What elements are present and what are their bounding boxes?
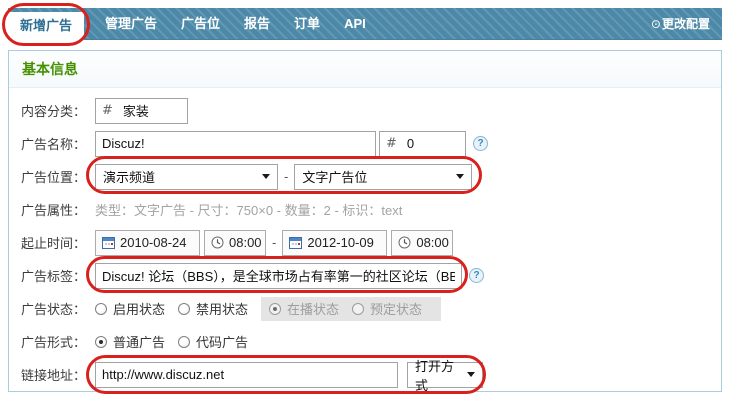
help-icon[interactable]: ?: [469, 268, 484, 283]
radio-code-ad-label[interactable]: 代码广告: [196, 332, 248, 351]
start-date-field[interactable]: 2010-08-24: [95, 229, 200, 256]
tab-manage-ads[interactable]: 管理广告: [93, 8, 169, 40]
bullseye-icon: ⊙: [650, 17, 661, 31]
row-link-url: 链接地址： 打开方式: [9, 358, 721, 393]
tab-reports[interactable]: 报告: [232, 8, 282, 40]
radio-normal-ad[interactable]: [95, 335, 107, 348]
ad-attributes-label: 广告属性：: [21, 203, 87, 218]
content-category-value: 家装: [122, 104, 149, 119]
ad-position-label: 广告位置：: [21, 170, 87, 185]
row-ad-status: 广告状态： 启用状态 禁用状态 在播状态 预定状态: [9, 292, 721, 325]
open-mode-value: 打开方式: [415, 358, 455, 393]
tab-api[interactable]: API: [332, 8, 378, 40]
change-config-label: 更改配置: [661, 17, 710, 31]
start-date-value: 2010-08-24: [120, 235, 187, 250]
end-date-field[interactable]: 2012-10-09: [282, 229, 388, 256]
open-mode-select[interactable]: 打开方式: [407, 359, 483, 393]
clock-icon: [211, 236, 224, 249]
row-time-range: 起止时间： 2010-08-24 08:00 - 2012-10-09 08:0…: [9, 226, 721, 259]
ad-attributes-value: 类型：文字广告 - 尺寸：750×0 - 数量：2 - 标识：text: [95, 203, 403, 218]
time-range-label: 起止时间：: [21, 236, 87, 251]
channel-select-value: 演示频道: [103, 170, 156, 185]
change-config-link[interactable]: ⊙更改配置: [643, 8, 718, 40]
row-ad-tag: 广告标签： ?: [9, 259, 721, 292]
radio-status-disabled-label[interactable]: 禁用状态: [196, 299, 248, 318]
ad-order-field[interactable]: # 0: [379, 130, 466, 157]
page: 新增广告 管理广告 广告位 报告 订单 API ⊙更改配置 基本信息 内容分类：…: [0, 0, 730, 400]
radio-status-onair: [269, 302, 282, 315]
ad-order-value: 0: [406, 136, 415, 151]
content-category-field[interactable]: # 家装: [95, 97, 188, 124]
slot-select-value: 文字广告位: [302, 170, 368, 185]
start-time-field[interactable]: 08:00: [204, 229, 266, 256]
link-url-label: 链接地址：: [21, 368, 87, 383]
end-date-value: 2012-10-09: [307, 235, 374, 250]
hash-prefix: #: [386, 136, 397, 151]
tab-new-ad[interactable]: 新增广告: [8, 12, 84, 40]
ad-name-label: 广告名称：: [21, 137, 87, 152]
row-ad-attributes: 广告属性： 类型：文字广告 - 尺寸：750×0 - 数量：2 - 标识：tex…: [9, 193, 721, 226]
calendar-icon: [289, 237, 303, 249]
tab-orders[interactable]: 订单: [282, 8, 332, 40]
radio-status-enabled[interactable]: [95, 302, 107, 315]
link-url-input[interactable]: [95, 361, 398, 388]
calendar-icon: [102, 237, 115, 249]
radio-normal-ad-label[interactable]: 普通广告: [113, 332, 165, 351]
row-content-category: 内容分类： # 家装: [9, 94, 721, 127]
end-time-value: 08:00: [416, 235, 449, 250]
ad-form-type-label: 广告形式：: [21, 335, 87, 350]
help-icon[interactable]: ?: [473, 136, 488, 151]
ad-name-input[interactable]: [95, 130, 376, 157]
basic-info-panel: 基本信息 内容分类： # 家装 广告名称： # 0 ?: [8, 50, 722, 393]
separator-dash: -: [284, 169, 289, 184]
ad-tag-input[interactable]: [95, 262, 462, 289]
radio-status-scheduled-label: 预定状态: [370, 302, 423, 317]
section-title: 基本信息: [9, 51, 721, 88]
end-time-field[interactable]: 08:00: [391, 229, 454, 256]
slot-select[interactable]: 文字广告位: [294, 163, 473, 190]
radio-code-ad[interactable]: [178, 335, 191, 348]
row-ad-position: 广告位置： 演示频道 - 文字广告位: [9, 160, 721, 193]
top-navbar: 新增广告 管理广告 广告位 报告 订单 API ⊙更改配置: [8, 8, 722, 40]
clock-icon: [398, 236, 411, 249]
channel-select[interactable]: 演示频道: [95, 163, 278, 190]
radio-status-scheduled: [352, 302, 365, 315]
start-time-value: 08:00: [229, 235, 262, 250]
radio-status-disabled[interactable]: [178, 302, 191, 315]
hash-prefix: #: [102, 103, 113, 118]
ad-status-label: 广告状态：: [21, 302, 87, 317]
radio-status-enabled-label[interactable]: 启用状态: [113, 299, 165, 318]
nav-tabs: 管理广告 广告位 报告 订单 API: [93, 8, 378, 40]
chevron-down-icon: [467, 372, 475, 377]
tab-ad-slots[interactable]: 广告位: [169, 8, 232, 40]
radio-status-onair-label: 在播状态: [287, 302, 340, 317]
content-category-label: 内容分类：: [21, 104, 87, 119]
status-disabled-group: 在播状态 预定状态: [261, 296, 442, 321]
ad-tag-label: 广告标签：: [21, 269, 87, 284]
row-ad-form-type: 广告形式： 普通广告 代码广告: [9, 325, 721, 358]
chevron-down-icon: [456, 174, 465, 179]
row-ad-name: 广告名称： # 0 ?: [9, 127, 721, 160]
chevron-down-icon: [262, 174, 270, 179]
ad-form: 内容分类： # 家装 广告名称： # 0 ? 广告位置：: [9, 88, 721, 393]
separator-dash: -: [272, 235, 277, 250]
